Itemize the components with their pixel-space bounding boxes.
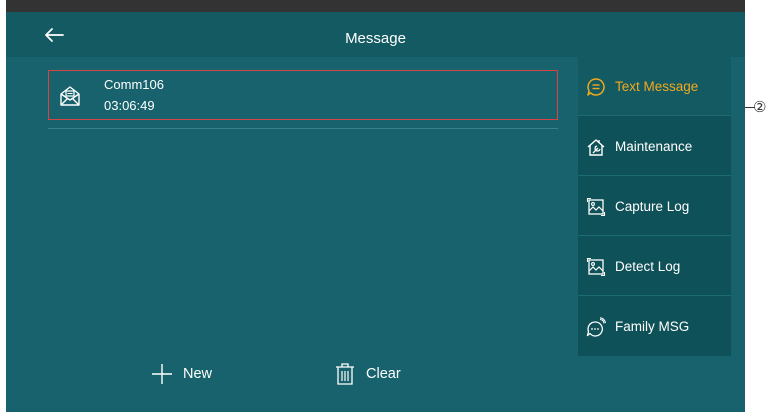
- family-msg-icon: [586, 317, 607, 337]
- clear-button[interactable]: Clear: [334, 362, 414, 386]
- sidebar-item-label: Text Message: [615, 79, 699, 94]
- sidebar-item-maintenance[interactable]: Maintenance: [578, 117, 731, 176]
- new-button-label: New: [183, 366, 213, 382]
- sidebar-item-label: Maintenance: [615, 139, 693, 154]
- envelope-icon: [59, 85, 81, 107]
- maintenance-icon: [586, 137, 606, 157]
- sidebar-item-label: Family MSG: [615, 319, 690, 334]
- callout-marker: ②: [753, 98, 767, 116]
- top-status-bar: [6, 0, 745, 12]
- list-divider: [48, 128, 558, 129]
- detect-log-icon: [586, 257, 606, 277]
- text-message-icon: [586, 77, 606, 97]
- sidebar-item-text-message[interactable]: Text Message: [578, 57, 731, 116]
- sidebar-item-label: Detect Log: [615, 259, 681, 274]
- screen: Message Comm106 03:06:49 Text Message Ma…: [6, 0, 745, 412]
- sidebar-item-capture-log[interactable]: Capture Log: [578, 177, 731, 236]
- clear-button-label: Clear: [366, 366, 401, 382]
- new-button[interactable]: New: [151, 362, 231, 386]
- plus-icon: [151, 363, 173, 390]
- trash-icon: [334, 362, 356, 391]
- capture-log-icon: [586, 197, 606, 217]
- sidebar-item-family-msg[interactable]: Family MSG: [578, 297, 731, 356]
- message-time: 03:06:49: [104, 98, 155, 113]
- message-list-item[interactable]: Comm106 03:06:49: [48, 70, 558, 120]
- sidebar-item-detect-log[interactable]: Detect Log: [578, 237, 731, 296]
- sidebar: Text Message Maintenance Capture Log Det…: [578, 57, 731, 356]
- page-title: Message: [345, 30, 406, 47]
- sidebar-item-label: Capture Log: [615, 199, 690, 214]
- message-sender: Comm106: [104, 77, 164, 92]
